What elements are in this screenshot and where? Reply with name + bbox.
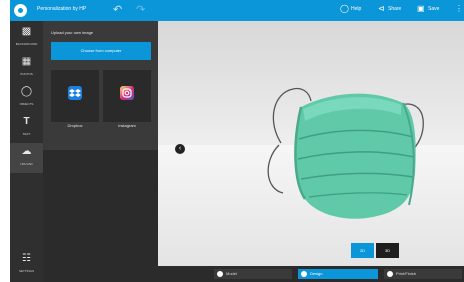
sidebar-item-background[interactable]: ▩ BACKGROUND bbox=[10, 23, 43, 53]
step-dot-icon bbox=[387, 271, 393, 277]
sidebar-item-photos[interactable]: ▦ PHOTOS bbox=[10, 53, 43, 83]
view-3d-toggle[interactable]: 3D bbox=[376, 243, 399, 258]
step-label: Model bbox=[226, 271, 237, 276]
instagram-tile[interactable] bbox=[103, 70, 151, 122]
step-label: Design bbox=[310, 271, 323, 276]
sidebar-item-objects[interactable]: ◯ OBJECTS bbox=[10, 83, 43, 113]
app-window: Personalization by HP ↶ ↷ ◯ Help ⊲ Share… bbox=[10, 0, 464, 282]
sidebar-item-label: PHOTOS bbox=[20, 72, 33, 76]
sidebar-item-label: TEXT bbox=[22, 132, 31, 136]
dropbox-icon bbox=[68, 86, 82, 100]
background-icon: ▩ bbox=[21, 26, 32, 37]
text-t-icon: T bbox=[23, 116, 30, 127]
help-button[interactable]: Help bbox=[351, 6, 361, 12]
image-icon: ▦ bbox=[21, 56, 32, 67]
instagram-icon bbox=[120, 86, 134, 100]
cloud-upload-icon: ☁ bbox=[21, 146, 32, 157]
step-progress-bar: Model Design Print/Finish bbox=[158, 266, 464, 282]
sidebar-item-label: OBJECTS bbox=[19, 102, 34, 106]
view-2d-toggle[interactable]: 2D bbox=[351, 243, 374, 258]
sidebar-item-label: SETTINGS bbox=[18, 269, 34, 273]
step-model[interactable]: Model bbox=[214, 269, 292, 279]
step-design[interactable]: Design bbox=[298, 269, 378, 279]
panel-empty-area bbox=[43, 150, 158, 282]
3d-preview-stage[interactable]: ‹ 2D 3D bbox=[158, 21, 464, 266]
chevron-left-icon[interactable]: ‹ bbox=[175, 144, 185, 154]
help-icon[interactable]: ◯ bbox=[340, 4, 349, 14]
sidebar-item-label: BACKGROUND bbox=[15, 42, 38, 46]
save-button[interactable]: Save bbox=[428, 6, 439, 12]
objects-icon: ◯ bbox=[20, 86, 33, 97]
share-icon[interactable]: ⊲ bbox=[378, 4, 385, 14]
sidebar-item-text[interactable]: T TEXT bbox=[10, 113, 43, 143]
sidebar-item-upload[interactable]: ☁ UPLOAD bbox=[10, 143, 43, 173]
upload-panel: Upload your own image Choose from comput… bbox=[43, 21, 158, 150]
choose-from-computer-button[interactable]: Choose from computer bbox=[51, 42, 151, 60]
save-icon[interactable]: ▣ bbox=[417, 4, 425, 14]
dropbox-label: Dropbox bbox=[67, 123, 83, 128]
sidebar-item-settings[interactable]: ☷ SETTINGS bbox=[10, 250, 43, 280]
redo-arrow-icon[interactable]: ↷ bbox=[136, 3, 145, 17]
settings-icon: ☷ bbox=[22, 253, 31, 264]
panel-title: Upload your own image bbox=[51, 30, 94, 35]
top-bar: Personalization by HP ↶ ↷ ◯ Help ⊲ Share… bbox=[10, 0, 464, 21]
undo-arrow-icon[interactable]: ↶ bbox=[113, 3, 122, 17]
step-dot-icon bbox=[217, 271, 223, 277]
step-dot-icon bbox=[301, 271, 307, 277]
face-mask-model bbox=[267, 87, 424, 219]
hp-logo-icon bbox=[14, 4, 27, 17]
sidebar-item-label: UPLOAD bbox=[20, 162, 33, 166]
instagram-label: Instagram bbox=[118, 123, 136, 128]
left-sidebar: ▩ BACKGROUND ▦ PHOTOS ◯ OBJECTS T TEXT ☁… bbox=[10, 21, 43, 282]
step-label: Print/Finish bbox=[396, 271, 417, 276]
step-print-finish[interactable]: Print/Finish bbox=[384, 269, 462, 279]
app-title: Personalization by HP bbox=[37, 6, 87, 12]
share-button[interactable]: Share bbox=[388, 6, 401, 12]
dropbox-tile[interactable] bbox=[51, 70, 99, 122]
more-icon[interactable]: ⋮ bbox=[455, 4, 463, 14]
